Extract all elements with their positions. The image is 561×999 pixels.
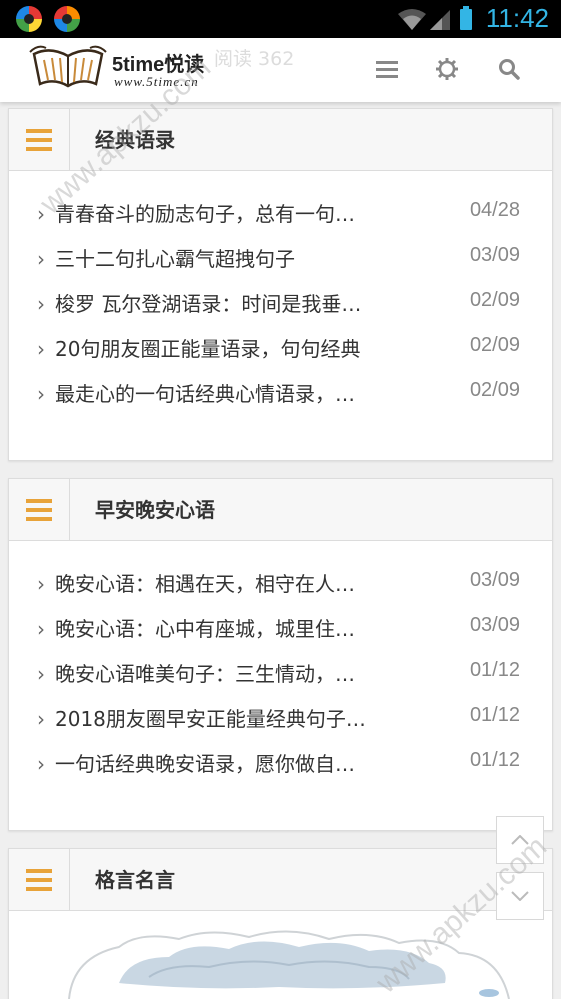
list-item[interactable]: › 青春奋斗的励志句子，总有一句… 04/28 [9,195,552,240]
wifi-icon [398,9,426,30]
list-icon [26,498,52,521]
item-date: 02/09 [469,379,520,401]
chevron-down-icon [511,891,529,901]
list-item[interactable]: › 最走心的一句话经典心情语录，… 02/09 [9,375,552,420]
section-title: 格言名言 [95,868,175,892]
item-title: 20句朋友圈正能量语录，句句经典 [55,337,361,361]
signal-icons [398,6,472,30]
item-title: 一句话经典晚安语录，愿你做自… [55,752,355,776]
list-item[interactable]: › 三十二句扎心霸气超拽句子 03/09 [9,240,552,285]
chevron-right-icon: › [37,707,45,731]
chevron-right-icon: › [37,752,45,776]
section-menu-button[interactable] [9,109,70,170]
cell-signal-icon [430,10,450,30]
menu-icon [376,61,398,78]
section-menu-button[interactable] [9,479,70,540]
item-date: 03/09 [469,569,520,591]
item-date: 03/09 [469,244,520,266]
clock: 11:42 [485,3,549,33]
list-item[interactable]: › 20句朋友圈正能量语录，句句经典 02/09 [9,330,552,375]
app-notification-icon-2 [54,6,80,32]
item-title: 晚安心语唯美句子：三生情动，… [55,662,355,686]
list-item[interactable]: › 晚安心语：心中有座城，城里住… 03/09 [9,610,552,655]
item-title: 梭罗 瓦尔登湖语录：时间是我垂… [55,292,362,316]
item-title: 晚安心语：心中有座城，城里住… [55,617,355,641]
item-date: 04/28 [469,199,520,221]
site-header: 5time悦读 www.5time.cn 阅读 362 [0,38,561,102]
battery-icon [460,6,472,30]
item-title: 2018朋友圈早安正能量经典句子… [55,707,366,731]
item-title: 三十二句扎心霸气超拽句子 [55,247,295,271]
search-button[interactable] [494,54,524,84]
chevron-right-icon: › [37,382,45,406]
settings-icon [436,58,458,80]
list-item[interactable]: › 晚安心语唯美句子：三生情动，… 01/12 [9,655,552,700]
list-item[interactable]: › 2018朋友圈早安正能量经典句子… 01/12 [9,700,552,745]
item-title: 最走心的一句话经典心情语录，… [55,382,355,406]
section-greetings: 早安晚安心语 › 晚安心语：相遇在天，相守在人… 03/09 › 晚安心语：心中… [8,478,553,831]
chevron-right-icon: › [37,292,45,316]
list-item[interactable]: › 梭罗 瓦尔登湖语录：时间是我垂… 02/09 [9,285,552,330]
menu-button[interactable] [372,54,402,84]
app-notification-icon [16,6,42,32]
item-date: 02/09 [469,334,520,356]
chevron-right-icon: › [37,617,45,641]
item-date: 01/12 [469,704,520,726]
item-date: 02/09 [469,289,520,311]
item-title: 晚安心语：相遇在天，相守在人… [55,572,355,596]
section-header: 早安晚安心语 [9,479,552,541]
list-item[interactable]: › 一句话经典晚安语录，愿你做自… 01/12 [9,745,552,790]
background-text: 阅读 362 [214,48,295,70]
article-list: › 青春奋斗的励志句子，总有一句… 04/28 › 三十二句扎心霸气超拽句子 0… [9,171,552,420]
chevron-right-icon: › [37,662,45,686]
settings-button[interactable] [432,54,462,84]
list-icon [26,868,52,891]
item-date: 01/12 [469,659,520,681]
chevron-right-icon: › [37,247,45,271]
book-logo-icon [29,45,107,88]
article-list: › 晚安心语：相遇在天，相守在人… 03/09 › 晚安心语：心中有座城，城里住… [9,541,552,790]
item-date: 03/09 [469,614,520,636]
status-bar: 11:42 [0,0,561,38]
chevron-right-icon: › [37,337,45,361]
list-item[interactable]: › 晚安心语：相遇在天，相守在人… 03/09 [9,565,552,610]
section-menu-button[interactable] [9,849,70,910]
chevron-right-icon: › [37,572,45,596]
list-icon [26,128,52,151]
section-title: 早安晚安心语 [95,498,215,522]
search-icon [499,59,520,80]
item-title: 青春奋斗的励志句子，总有一句… [55,202,355,226]
item-date: 01/12 [469,749,520,771]
